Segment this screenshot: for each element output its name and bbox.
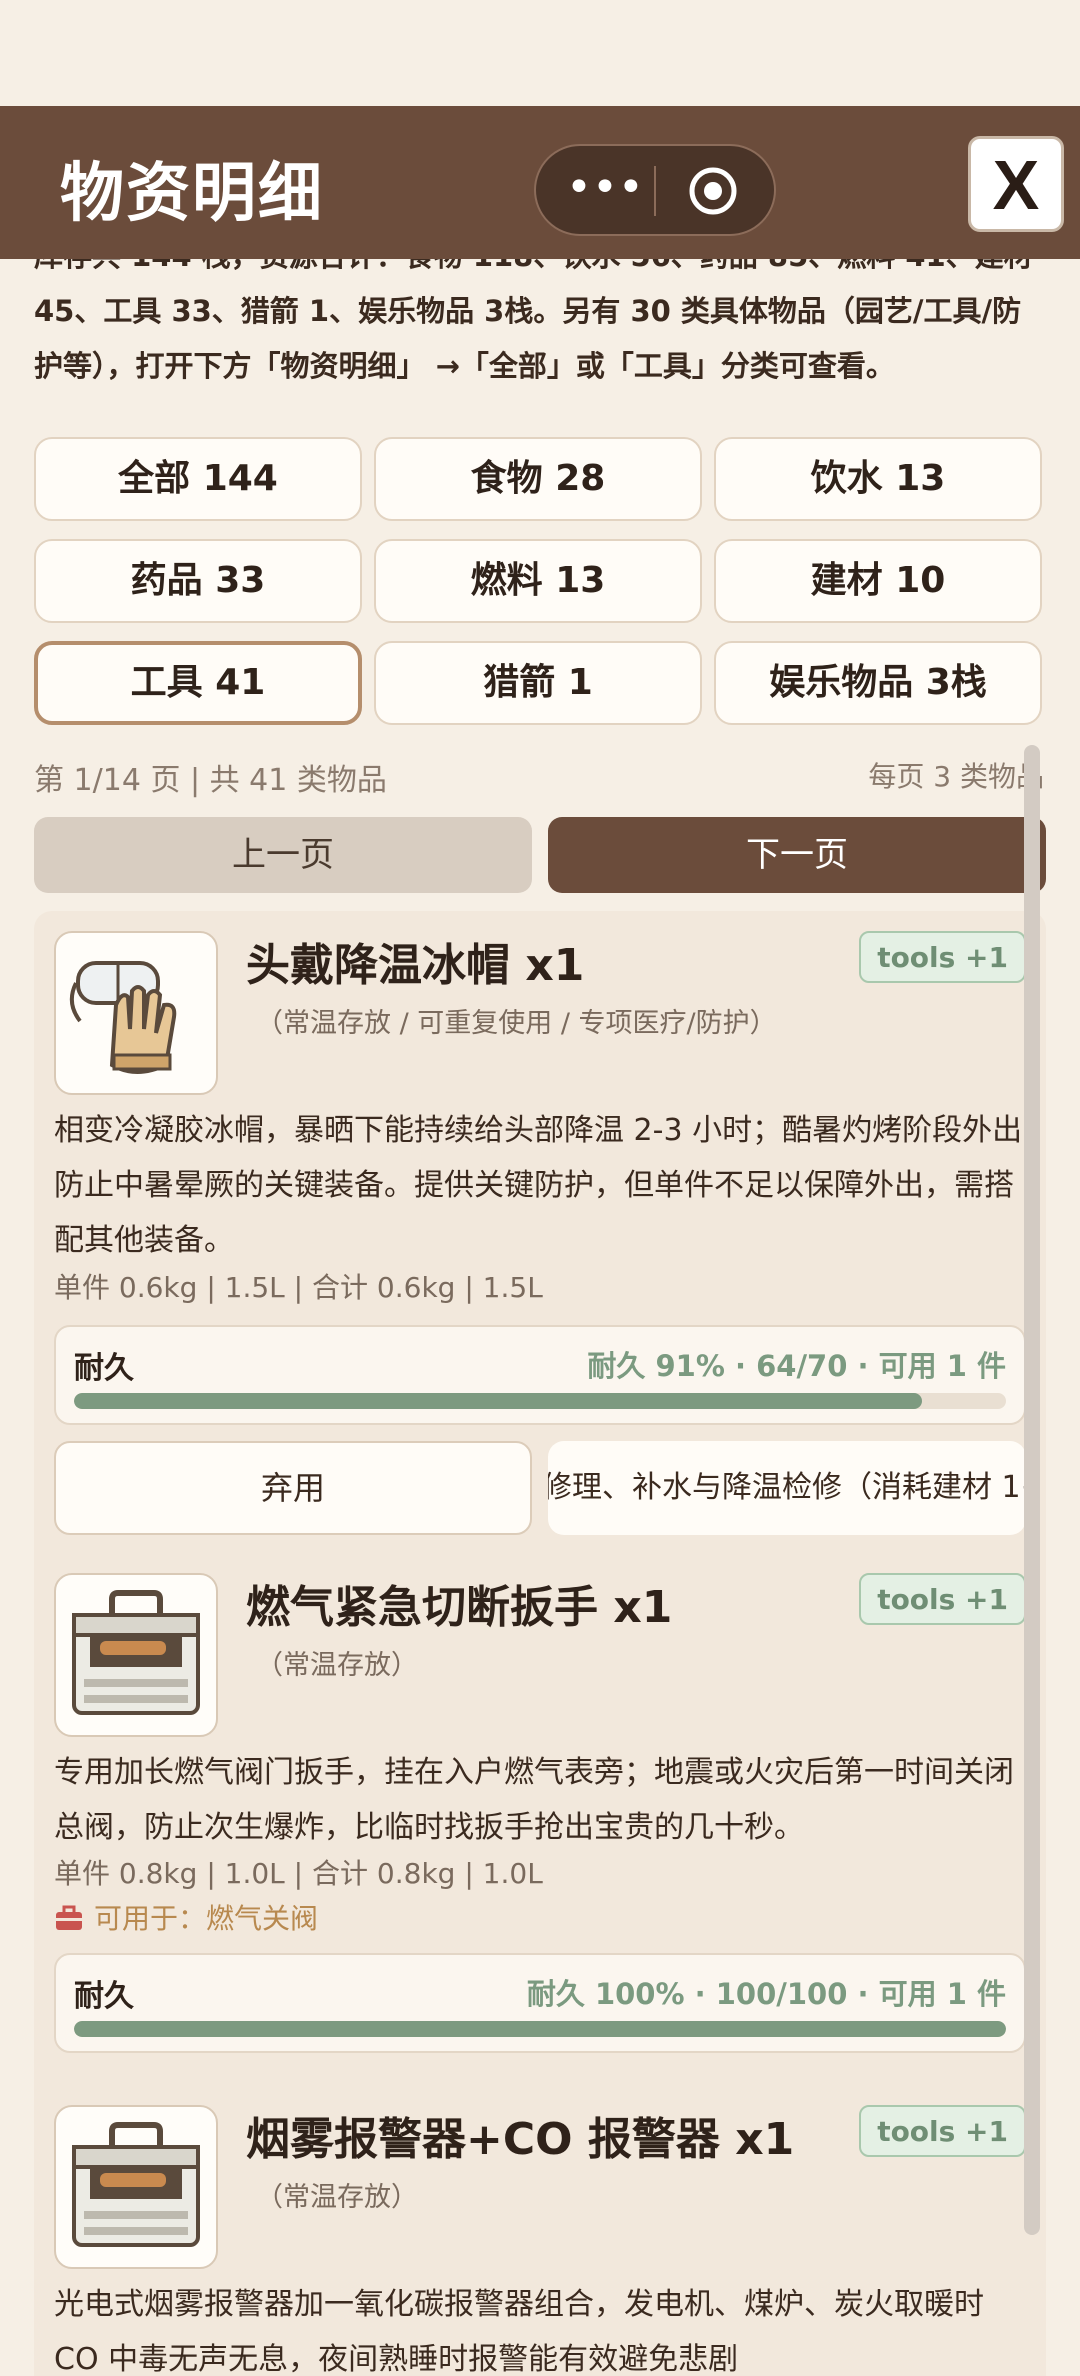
per-page-info: 每页 3 类物品 [868, 760, 1044, 793]
repair-button[interactable]: 修理、补水与降温检修（消耗建材 1+2） [548, 1441, 1026, 1535]
item-tags: （常温存放 / 可重复使用 / 专项医疗/防护） [256, 1008, 777, 1039]
durability-panel: 耐久 耐久 100% · 100/100 · 可用 1 件 [54, 1953, 1026, 2053]
category-badge: tools +1 [859, 1573, 1026, 1625]
close-target-icon[interactable] [688, 166, 738, 216]
toolbox-icon [54, 1573, 218, 1737]
prev-page-button[interactable]: 上一页 [34, 817, 532, 893]
item-name: 燃气紧急切断扳手 x1 [246, 1582, 673, 1633]
item-card: 烟雾报警器+CO 报警器 x1 （常温存放） tools +1 光电式烟雾报警器… [34, 2085, 1046, 2376]
item-tags: （常温存放） [256, 2182, 418, 2213]
category-badge: tools +1 [859, 2105, 1026, 2157]
item-name: 烟雾报警器+CO 报警器 x1 [246, 2114, 795, 2165]
content-scroll[interactable]: 库存共 144 栈，资源合计：食物 118、饮水 56、药品 85、燃料 41、… [0, 259, 1080, 2376]
durability-panel: 耐久 耐久 91% · 64/70 · 可用 1 件 [54, 1325, 1026, 1425]
item-name: 头戴降温冰帽 x1 [246, 940, 585, 991]
item-specs: 单件 0.8kg | 1.0L | 合计 0.8kg | 1.0L [54, 1857, 543, 1890]
durability-fill [74, 1393, 923, 1409]
durability-value: 耐久 91% · 64/70 · 可用 1 件 [587, 1349, 1006, 1383]
item-tags: （常温存放） [256, 1650, 418, 1681]
durability-bar [74, 1393, 1006, 1409]
miniapp-capsule: ••• [534, 144, 776, 236]
category-tools[interactable]: 工具 41 [34, 641, 362, 725]
category-materials[interactable]: 建材 10 [714, 539, 1042, 623]
repair-button-label: 修理、补水与降温检修（消耗建材 1+2） [548, 1470, 1026, 1505]
category-badge: tools +1 [859, 931, 1026, 983]
close-button[interactable]: X [968, 136, 1064, 232]
item-description: 专用加长燃气阀门扳手，挂在入户燃气表旁；地震或火灾后第一时间关闭总阀，防止次生爆… [54, 1755, 1014, 1845]
category-arrows[interactable]: 猎箭 1 [374, 641, 702, 725]
item-description: 相变冷凝胶冰帽，暴晒下能持续给头部降温 2-3 小时；酷暑灼烤阶段外出防止中暑晕… [54, 1113, 1023, 1258]
page-title: 物资明细 [60, 157, 324, 231]
capsule-divider [654, 166, 656, 216]
next-page-button[interactable]: 下一页 [548, 817, 1046, 893]
status-bar [0, 0, 1080, 106]
category-medicine[interactable]: 药品 33 [34, 539, 362, 623]
toolbox-small-icon [56, 1905, 82, 1930]
item-specs: 单件 0.6kg | 1.5L | 合计 0.6kg | 1.5L [54, 1271, 543, 1304]
scrollbar[interactable] [1024, 745, 1040, 2235]
durability-bar [74, 2021, 1006, 2037]
category-all[interactable]: 全部 144 [34, 437, 362, 521]
durability-value: 耐久 100% · 100/100 · 可用 1 件 [526, 1977, 1006, 2011]
category-food[interactable]: 食物 28 [374, 437, 702, 521]
durability-fill [74, 2021, 1006, 2037]
item-description: 光电式烟雾报警器加一氧化碳报警器组合，发电机、煤炉、炭火取暖时 CO 中毒无声无… [54, 2287, 984, 2376]
category-fuel[interactable]: 燃料 13 [374, 539, 702, 623]
goggles-gloves-icon [54, 931, 218, 1095]
usable-for-line: 可用于：燃气关阀 [54, 1897, 318, 1937]
usable-for-text: 可用于：燃气关阀 [94, 1902, 319, 1935]
discard-button[interactable]: 弃用 [54, 1441, 532, 1535]
category-water[interactable]: 饮水 13 [714, 437, 1042, 521]
inventory-summary: 库存共 144 栈，资源合计：食物 118、饮水 56、药品 85、燃料 41、… [34, 259, 1033, 383]
durability-label: 耐久 [74, 1351, 134, 1386]
page-info: 第 1/14 页 | 共 41 类物品 [34, 763, 387, 798]
category-entertainment[interactable]: 娱乐物品 3栈 [714, 641, 1042, 725]
durability-label: 耐久 [74, 1979, 134, 2014]
header-bar: 物资明细 ••• X [0, 106, 1080, 259]
toolbox-icon [54, 2105, 218, 2269]
more-icon[interactable]: ••• [566, 158, 644, 222]
